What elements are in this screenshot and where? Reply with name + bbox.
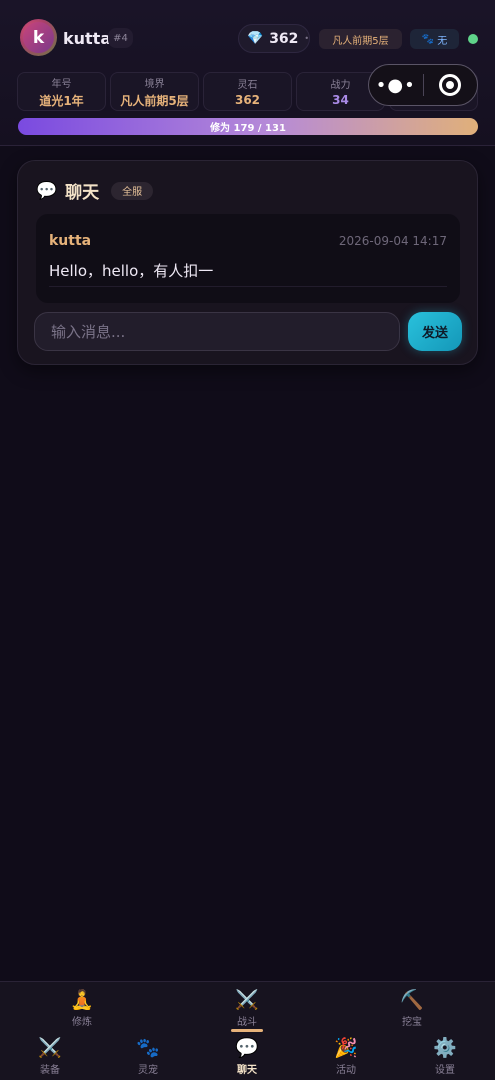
stat-spirit-stone: 灵石 362 [203, 72, 292, 111]
gem-balance[interactable]: 💎 362 • [238, 24, 310, 53]
nav-dig[interactable]: ⛏️ 挖宝 [392, 989, 432, 1028]
pet-value: 无 [437, 35, 448, 47]
nav-cultivate[interactable]: 🧘 修炼 [62, 989, 102, 1028]
stat-label: 灵石 [237, 80, 258, 91]
realm-badge: 凡人前期5层 [319, 29, 402, 49]
paw-icon: 🐾 [136, 1037, 160, 1059]
stat-label: 年号 [51, 78, 72, 90]
nav-label: 聊天 [237, 1065, 257, 1076]
nav-label: 修炼 [72, 1017, 92, 1028]
stat-value: 凡人前期5层 [120, 93, 189, 108]
crossed-swords-icon: ⚔️ [38, 1037, 62, 1059]
chat-header: 💬 聊天 全服 [36, 178, 154, 203]
avatar-letter: k [32, 27, 45, 48]
message-time: 2026-09-04 14:17 [338, 234, 447, 248]
cultivation-progress-bar: 修为 179 / 131 [18, 118, 478, 135]
nav-label: 活动 [336, 1065, 356, 1076]
message-input[interactable] [34, 312, 400, 351]
stat-value: 34 [332, 93, 349, 107]
speech-bubble-icon: 💬 [235, 1037, 259, 1059]
rank-badge: #4 [108, 28, 133, 48]
nav-label: 设置 [435, 1065, 455, 1076]
stat-label: 境界 [144, 78, 165, 90]
nav-label: 战斗 [237, 1017, 257, 1028]
message-list: kutta 2026-09-04 14:17 Hello，hello，有人扣一 [36, 214, 460, 303]
close-icon[interactable] [423, 65, 477, 105]
paw-icon: 🐾 [421, 33, 435, 45]
dot-icon: • [304, 34, 310, 43]
username: kutta [63, 29, 112, 48]
pickaxe-icon: ⛏️ [400, 989, 424, 1011]
party-popper-icon: 🎉 [334, 1037, 358, 1059]
meditation-icon: 🧘 [70, 989, 94, 1011]
nav-label: 挖宝 [402, 1017, 422, 1028]
crossed-swords-icon: ⚔️ [235, 989, 259, 1011]
nav-events[interactable]: 🎉 活动 [326, 1037, 366, 1076]
nav-settings[interactable]: ⚙️ 设置 [425, 1037, 465, 1076]
send-button[interactable]: 发送 [408, 312, 462, 351]
channel-badge[interactable]: 全服 [111, 181, 154, 200]
speech-bubble-icon: 💬 [36, 180, 58, 201]
pet-badge[interactable]: 🐾 无 [410, 29, 459, 49]
stat-era: 年号 道光1年 [17, 72, 106, 111]
progress-label: 修为 179 / 131 [210, 123, 286, 134]
gem-count: 362 [269, 30, 299, 47]
online-status-dot [468, 34, 478, 44]
miniprogram-capsule: •●• [368, 64, 478, 106]
nav-label: 装备 [40, 1065, 60, 1076]
message-text: Hello，hello，有人扣一 [49, 262, 214, 280]
chat-panel: 💬 聊天 全服 kutta 2026-09-04 14:17 Hello，hel… [17, 160, 478, 365]
diamond-icon: 💎 [247, 31, 264, 46]
stat-value: 道光1年 [39, 93, 84, 108]
more-icon[interactable]: •●• [369, 65, 423, 105]
active-tab-indicator [231, 1029, 263, 1032]
stat-label: 战力 [330, 80, 351, 91]
stat-value: 362 [234, 93, 261, 107]
nav-label: 灵宠 [138, 1065, 158, 1076]
chat-title: 聊天 [65, 183, 100, 203]
stat-realm: 境界 凡人前期5层 [110, 72, 199, 111]
nav-battle[interactable]: ⚔️ 战斗 [227, 989, 267, 1028]
nav-chat[interactable]: 💬 聊天 [227, 1037, 267, 1076]
gear-icon: ⚙️ [433, 1037, 457, 1059]
avatar[interactable]: k [20, 19, 57, 56]
nav-equipment[interactable]: ⚔️ 装备 [30, 1037, 70, 1076]
message-author: kutta [49, 233, 92, 249]
divider [49, 286, 447, 287]
avatar-inner: k [23, 22, 54, 53]
nav-pet[interactable]: 🐾 灵宠 [128, 1037, 168, 1076]
